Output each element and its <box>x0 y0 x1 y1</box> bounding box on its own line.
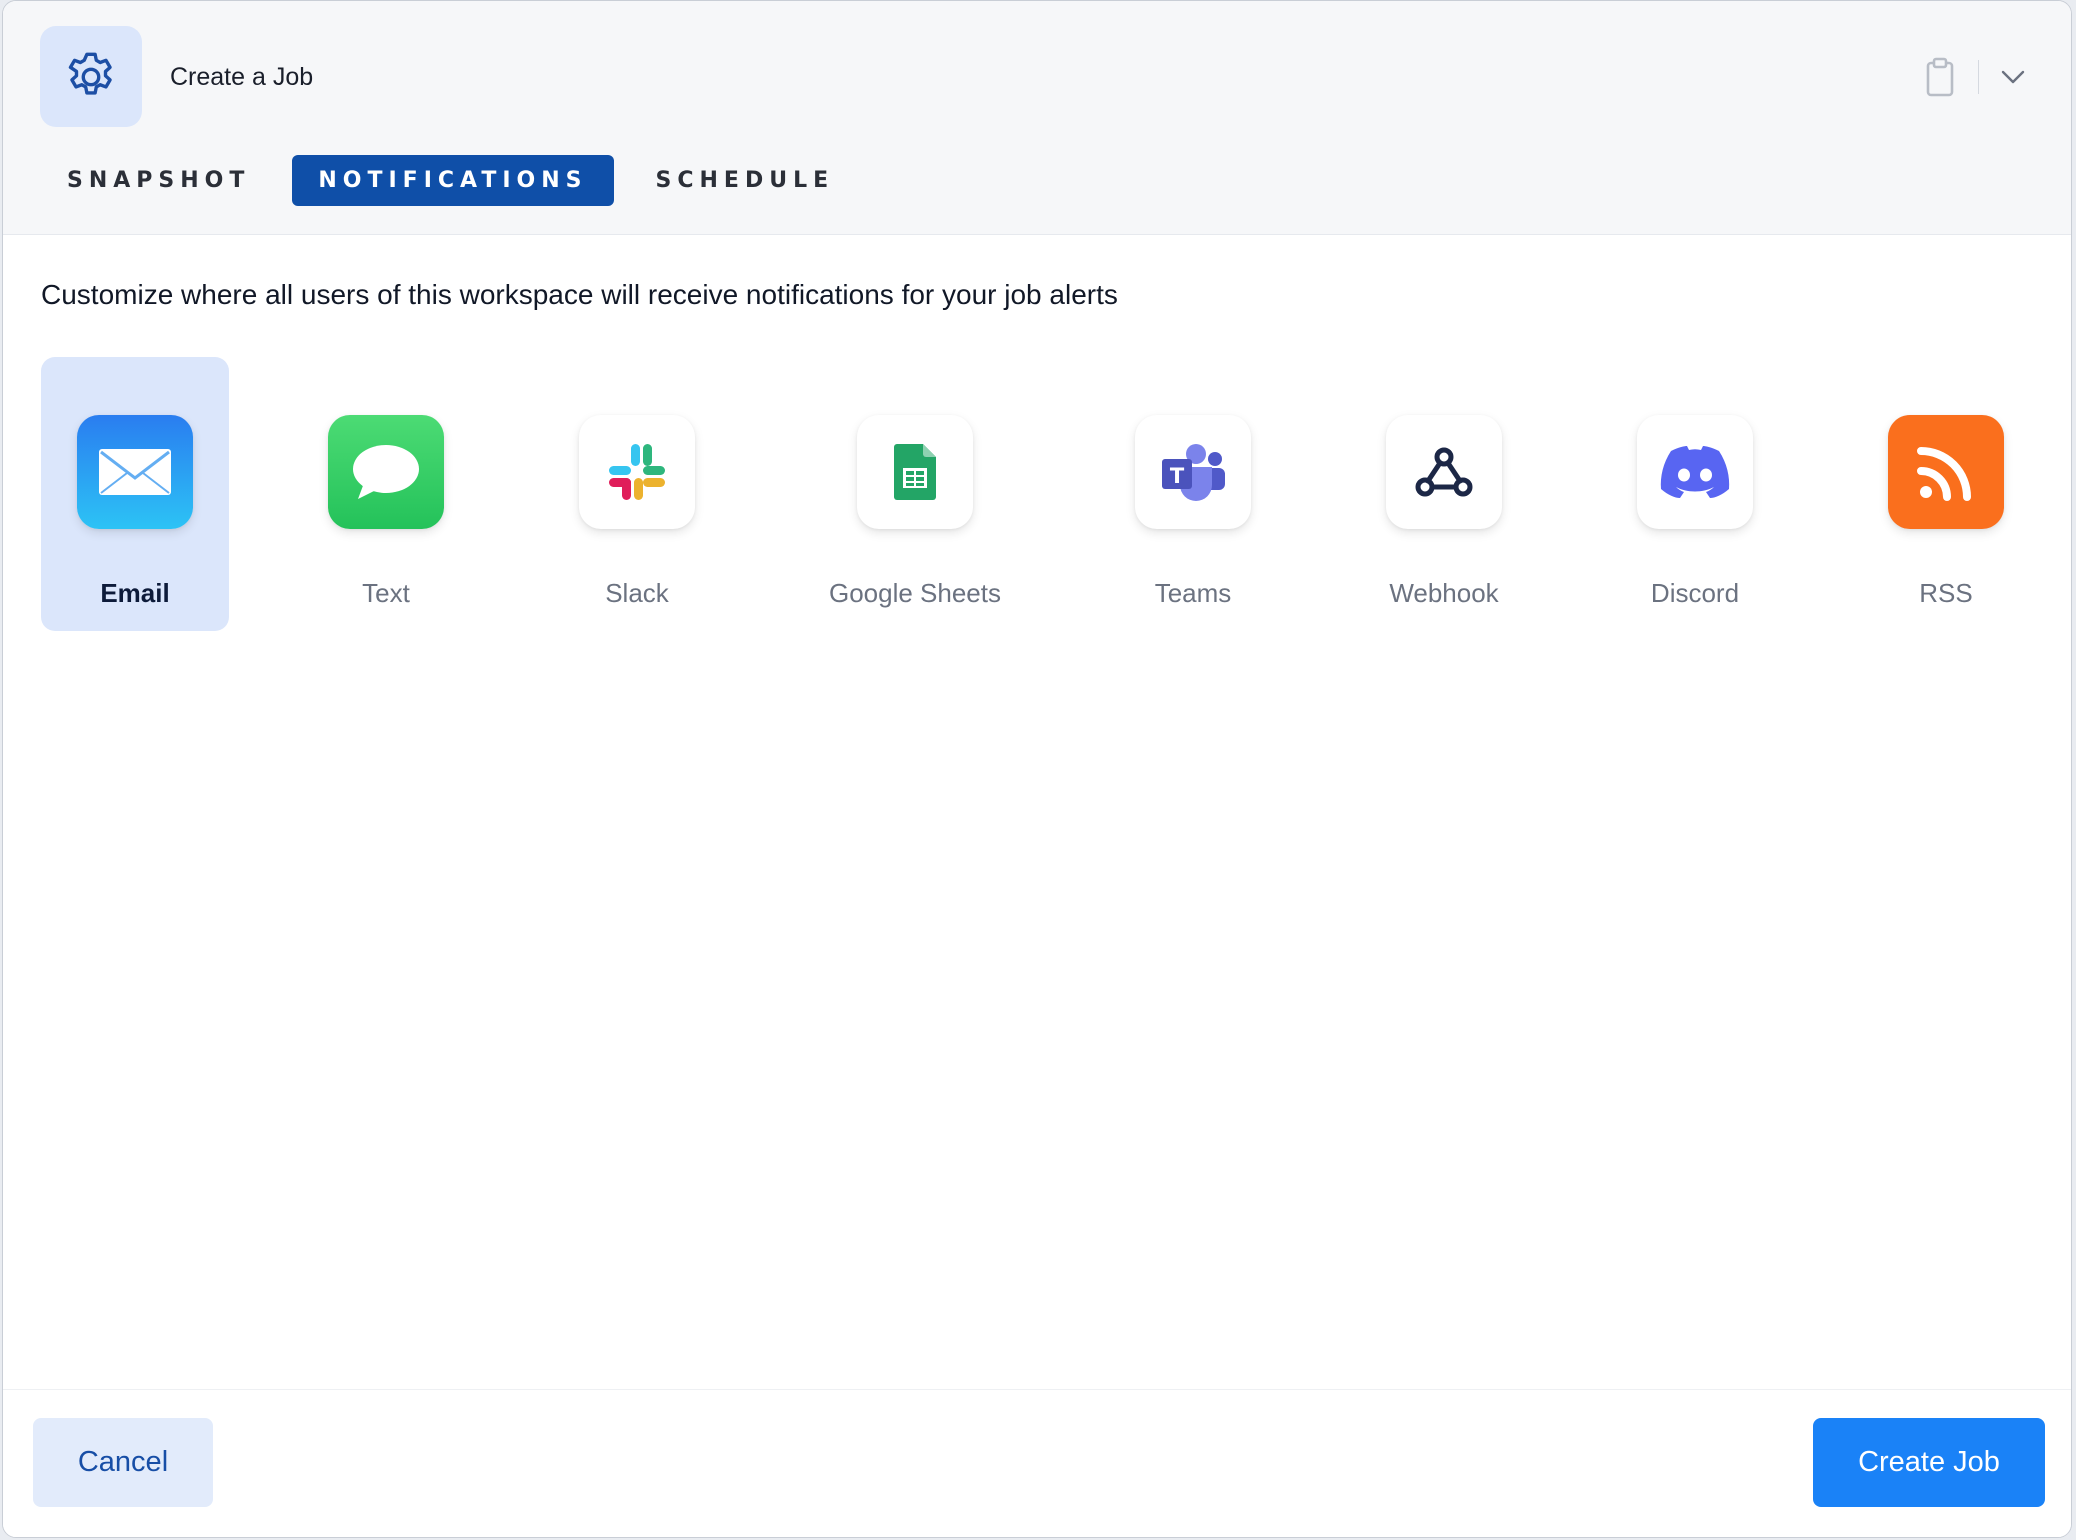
teams-icon: T <box>1135 415 1251 529</box>
tab-schedule[interactable]: SCHEDULE <box>630 155 861 206</box>
channel-label: Google Sheets <box>828 578 1001 608</box>
notifications-description: Customize where all users of this worksp… <box>41 279 1118 310</box>
channel-slack[interactable]: Slack <box>543 357 731 631</box>
channel-label: Text <box>362 578 410 608</box>
rss-icon <box>1888 415 2004 529</box>
channel-discord[interactable]: Discord <box>1601 357 1789 631</box>
google-sheets-icon <box>857 415 973 529</box>
channel-label: Webhook <box>1389 578 1499 608</box>
dialog-title: Create a Job <box>170 63 314 91</box>
channel-rss[interactable]: RSS <box>1852 357 2040 631</box>
tab-bar: SNAPSHOT NOTIFICATIONS SCHEDULE <box>41 155 860 206</box>
create-job-dialog: Create a Job SNAPSHOT NOTIFICATIONS SCHE… <box>2 0 2072 1538</box>
channel-label: Discord <box>1650 578 1740 608</box>
mail-icon <box>77 415 193 529</box>
header-actions <box>1918 53 2031 101</box>
channel-text[interactable]: Text <box>292 357 480 631</box>
create-job-button[interactable]: Create Job <box>1813 1418 2045 1507</box>
dialog-footer: Cancel Create Job <box>3 1389 2071 1537</box>
webhook-icon <box>1386 415 1502 529</box>
channel-list: Email Text Slack Google Sheets T Teams W… <box>41 357 2041 633</box>
collapse-button[interactable] <box>1995 53 2031 101</box>
channel-label: Slack <box>605 578 669 608</box>
discord-icon <box>1637 415 1753 529</box>
channel-email[interactable]: Email <box>41 357 229 631</box>
clipboard-button[interactable] <box>1918 53 1962 101</box>
channel-label: Teams <box>1154 578 1232 608</box>
cancel-button[interactable]: Cancel <box>33 1418 213 1507</box>
gear-icon <box>40 26 142 127</box>
clipboard-icon <box>1926 57 1954 97</box>
dialog-header: Create a Job SNAPSHOT NOTIFICATIONS SCHE… <box>3 1 2071 235</box>
message-bubble-icon <box>328 415 444 529</box>
tab-notifications[interactable]: NOTIFICATIONS <box>292 155 614 206</box>
svg-text:T: T <box>1170 464 1185 488</box>
channel-label: Email <box>100 578 170 608</box>
header-divider <box>1978 60 1979 94</box>
channel-webhook[interactable]: Webhook <box>1350 357 1538 631</box>
chevron-down-icon <box>2001 70 2025 84</box>
tab-snapshot[interactable]: SNAPSHOT <box>41 155 276 206</box>
channel-google-sheets[interactable]: Google Sheets <box>821 357 1009 631</box>
channel-label: RSS <box>1919 578 1973 608</box>
channel-teams[interactable]: T Teams <box>1099 357 1287 631</box>
slack-icon <box>579 415 695 529</box>
